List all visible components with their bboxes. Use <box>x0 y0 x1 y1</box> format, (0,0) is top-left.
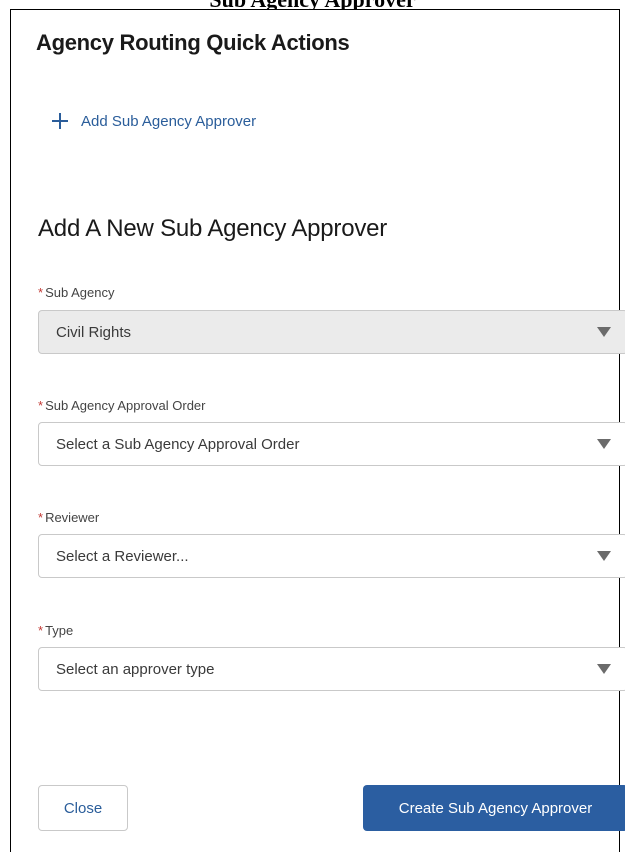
approval-order-label: * Sub Agency Approval Order <box>38 398 206 413</box>
reviewer-placeholder: Select a Reviewer... <box>56 547 189 565</box>
approval-order-label-text: Sub Agency Approval Order <box>45 398 206 413</box>
required-marker: * <box>38 398 44 413</box>
reviewer-label-text: Reviewer <box>45 510 100 525</box>
section-title: Add A New Sub Agency Approver <box>38 215 388 242</box>
sub-agency-label-text: Sub Agency <box>45 285 115 300</box>
approver-type-select[interactable]: Select an approver type <box>38 647 625 691</box>
plus-icon <box>51 112 69 130</box>
reviewer-label: * Reviewer <box>38 510 99 525</box>
required-marker: * <box>38 510 44 525</box>
sub-agency-label: * Sub Agency <box>38 285 114 300</box>
caret-down-icon <box>597 327 611 337</box>
add-link-label: Add Sub Agency Approver <box>81 112 257 130</box>
required-marker: * <box>38 285 44 300</box>
caret-down-icon <box>597 664 611 674</box>
close-button[interactable]: Close <box>38 785 128 831</box>
sub-agency-select: Civil Rights <box>38 310 625 354</box>
approver-type-placeholder: Select an approver type <box>56 660 215 678</box>
add-sub-agency-approver-link[interactable]: Add Sub Agency Approver <box>51 112 256 130</box>
caret-down-icon <box>597 439 611 449</box>
approval-order-select[interactable]: Select a Sub Agency Approval Order <box>38 422 625 466</box>
caret-down-icon <box>597 551 611 561</box>
quick-actions-panel: Agency Routing Quick Actions Add Sub Age… <box>10 9 625 852</box>
type-label: * Type <box>38 623 73 638</box>
sub-agency-value: Civil Rights <box>56 323 132 341</box>
required-marker: * <box>38 623 44 638</box>
panel-title: Agency Routing Quick Actions <box>36 30 350 55</box>
create-sub-agency-approver-button[interactable]: Create Sub Agency Approver <box>363 785 625 831</box>
approval-order-placeholder: Select a Sub Agency Approval Order <box>56 435 300 453</box>
page: Sub Agency Approver Agency Routing Quick… <box>0 0 625 852</box>
reviewer-select[interactable]: Select a Reviewer... <box>38 534 625 578</box>
type-label-text: Type <box>45 623 74 638</box>
